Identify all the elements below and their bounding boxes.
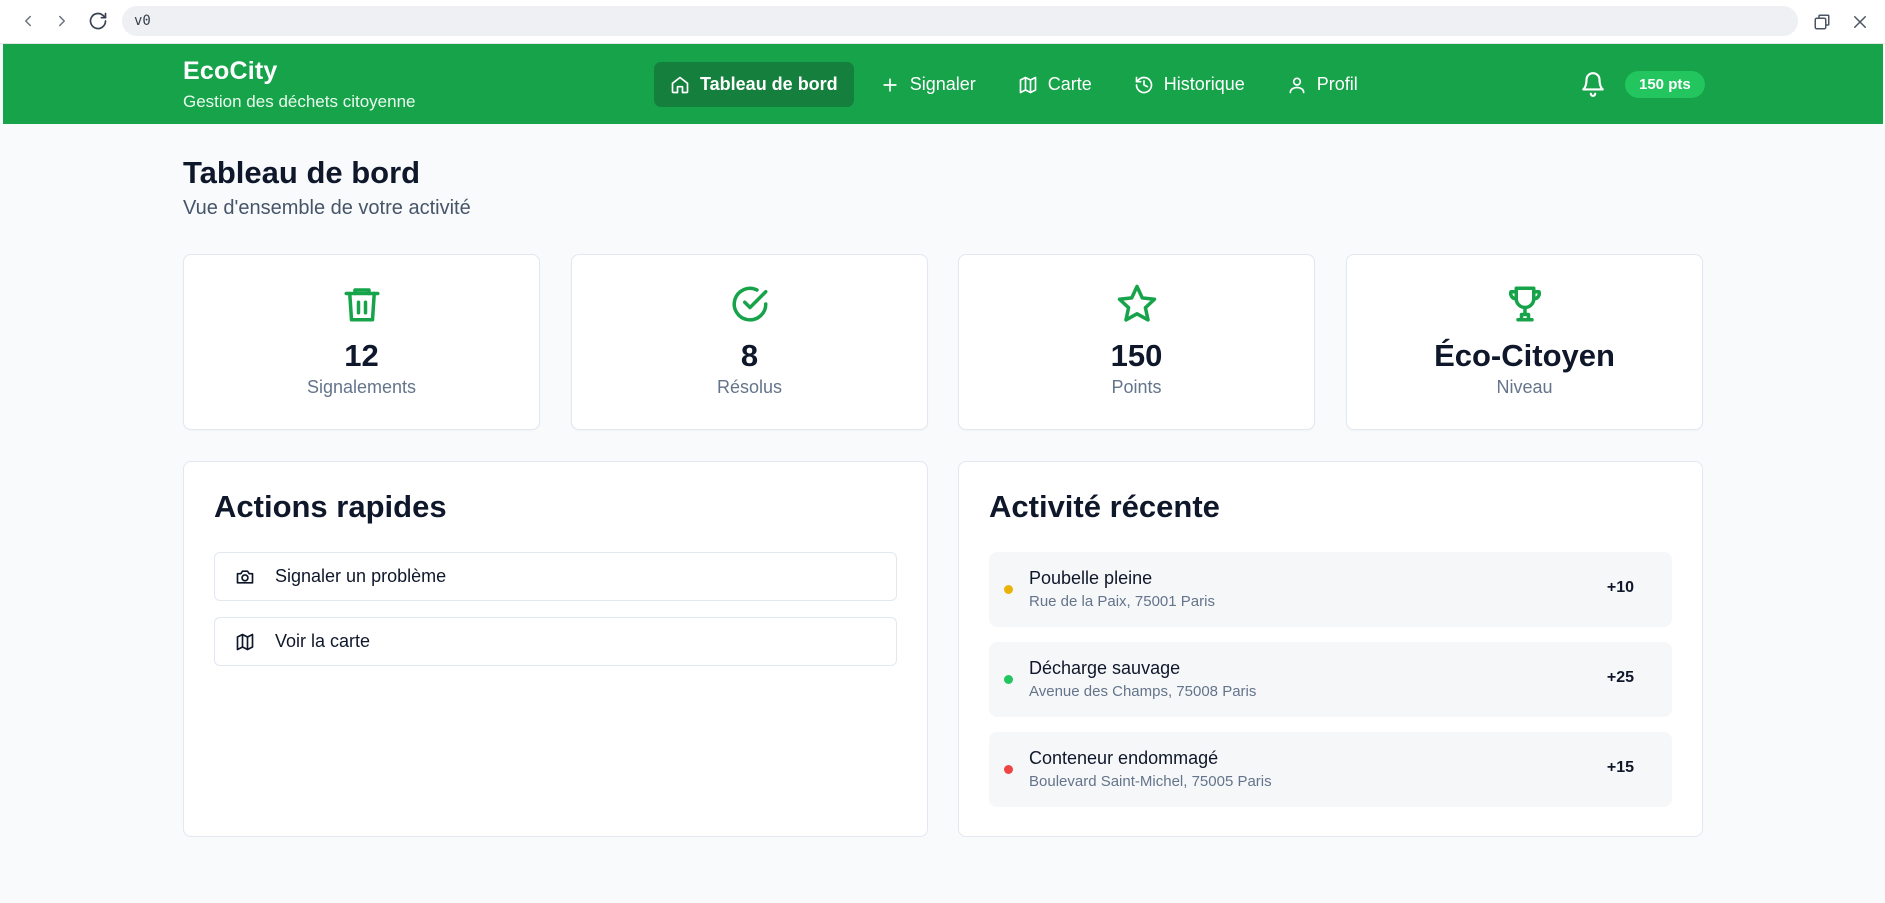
view-map-button[interactable]: Voir la carte — [214, 617, 897, 666]
close-icon[interactable] — [1845, 7, 1875, 37]
forward-icon[interactable] — [44, 3, 80, 39]
activity-item[interactable]: Conteneur endommagé Boulevard Saint-Mich… — [989, 732, 1672, 807]
window-restore-icon[interactable] — [1807, 7, 1837, 37]
trophy-icon — [1508, 286, 1541, 322]
page-subtitle: Vue d'ensemble de votre activité — [183, 197, 471, 219]
recent-activity-panel: Activité récente Poubelle pleine Rue de … — [958, 461, 1703, 837]
stat-card-points: 150 Points — [958, 254, 1315, 430]
brand[interactable]: EcoCity Gestion des déchets citoyenne — [183, 57, 415, 112]
activity-points: +10 — [1606, 579, 1634, 596]
check-circle-icon — [732, 286, 768, 322]
nav-label: Profil — [1316, 74, 1358, 94]
activity-points: +25 — [1606, 669, 1634, 686]
panel-title: Actions rapides — [214, 489, 447, 524]
nav-item-profil[interactable]: Profil — [1271, 62, 1374, 107]
stat-label: Points — [1111, 377, 1162, 397]
points-badge: 150 pts — [1625, 71, 1705, 98]
activity-title: Poubelle pleine — [1029, 568, 1153, 588]
activity-item[interactable]: Décharge sauvage Avenue des Champs, 7500… — [989, 642, 1672, 717]
app-header: EcoCity Gestion des déchets citoyenne Ta… — [3, 44, 1883, 124]
status-dot — [1004, 585, 1013, 594]
report-problem-button[interactable]: Signaler un problème — [214, 552, 897, 601]
reload-icon[interactable] — [80, 3, 116, 39]
nav-label: Historique — [1163, 74, 1245, 94]
stat-card-signalements: 12 Signalements — [183, 254, 540, 430]
nav-item-signaler[interactable]: Signaler — [864, 62, 992, 107]
stat-label: Niveau — [1496, 377, 1553, 397]
action-label: Signaler un problème — [275, 566, 447, 586]
page-title: Tableau de bord — [183, 155, 421, 190]
home-icon — [671, 76, 689, 93]
history-icon — [1135, 76, 1153, 93]
trash-icon — [344, 288, 379, 322]
activity-address: Avenue des Champs, 75008 Paris — [1029, 683, 1257, 700]
stat-label: Résolus — [716, 377, 783, 397]
activity-item[interactable]: Poubelle pleine Rue de la Paix, 75001 Pa… — [989, 552, 1672, 627]
star-icon — [1117, 284, 1156, 322]
stat-card-niveau: Éco-Citoyen Niveau — [1346, 254, 1703, 430]
stat-value: Éco-Citoyen — [1434, 338, 1615, 373]
camera-icon — [236, 569, 254, 584]
stat-value: 150 — [1110, 338, 1163, 373]
nav-label: Signaler — [909, 74, 976, 94]
stat-label: Signalements — [306, 377, 417, 397]
status-dot — [1004, 675, 1013, 684]
status-dot — [1004, 765, 1013, 774]
activity-address: Boulevard Saint-Michel, 75005 Paris — [1029, 773, 1272, 790]
quick-actions-panel: Actions rapides Signaler un problème Voi… — [183, 461, 928, 837]
stat-value: 12 — [344, 338, 379, 373]
user-icon — [1289, 77, 1305, 93]
plus-icon — [883, 77, 897, 92]
activity-title: Décharge sauvage — [1029, 658, 1181, 678]
nav-label: Carte — [1047, 74, 1092, 94]
app-name: EcoCity — [183, 57, 278, 85]
panel-title: Activité récente — [989, 489, 1220, 524]
map-icon — [1019, 76, 1037, 93]
back-icon[interactable] — [10, 3, 46, 39]
main-nav: Tableau de bord Signaler Carte Historiqu… — [654, 62, 1374, 107]
bell-icon[interactable] — [1580, 71, 1606, 97]
stat-card-resolus: 8 Résolus — [571, 254, 928, 430]
map-icon — [236, 633, 254, 650]
activity-title: Conteneur endommagé — [1029, 748, 1219, 768]
address-text: v0 — [134, 13, 151, 29]
action-label: Voir la carte — [275, 631, 371, 651]
nav-item-historique[interactable]: Historique — [1118, 62, 1261, 107]
stat-value: 8 — [740, 338, 759, 373]
activity-address: Rue de la Paix, 75001 Paris — [1029, 593, 1215, 610]
nav-item-carte[interactable]: Carte — [1002, 62, 1108, 107]
browser-toolbar: v0 — [0, 0, 1885, 44]
app-tagline: Gestion des déchets citoyenne — [183, 92, 416, 111]
nav-item-tableau-de-bord[interactable]: Tableau de bord — [654, 62, 854, 107]
nav-label: Tableau de bord — [700, 74, 838, 94]
activity-points: +15 — [1606, 759, 1634, 776]
address-bar[interactable]: v0 — [122, 6, 1798, 36]
